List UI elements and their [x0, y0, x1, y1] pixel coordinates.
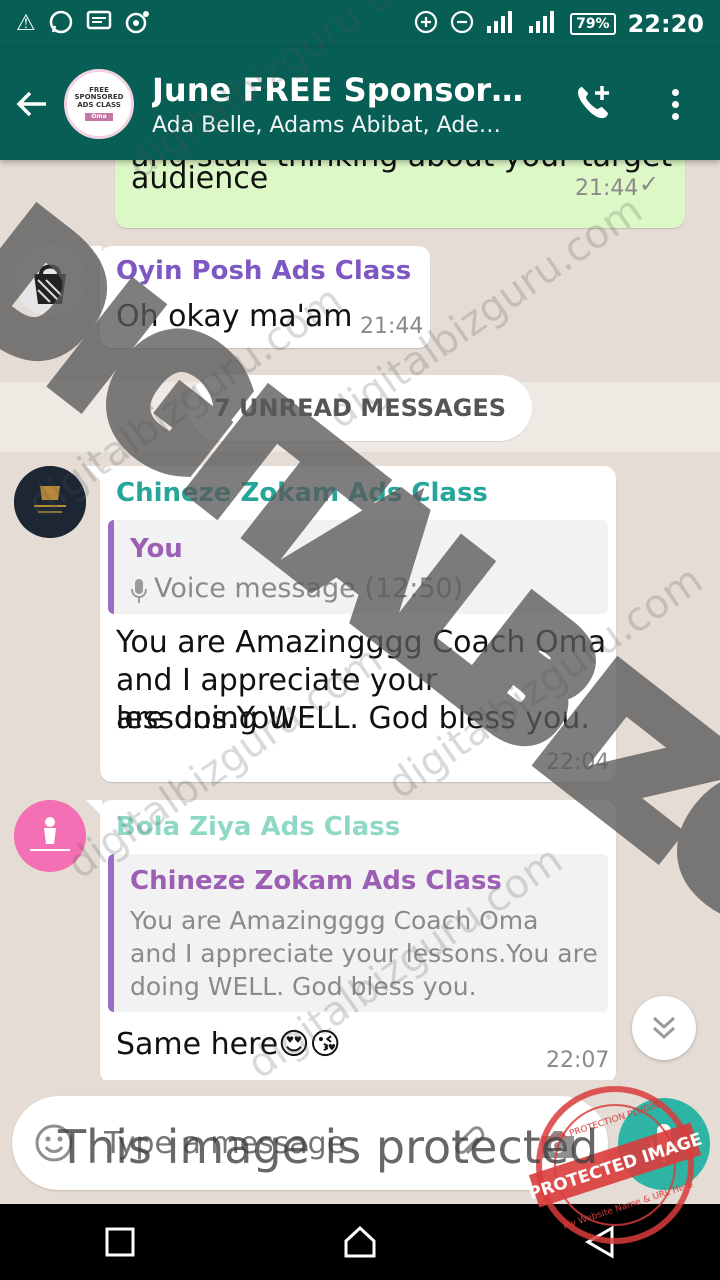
- whatsapp-notification-icon: [48, 9, 74, 39]
- message-text-line: audience: [131, 161, 269, 196]
- group-title: June FREE Sponsore…: [152, 70, 532, 109]
- message-time: 22:04: [546, 750, 610, 775]
- group-members: Ada Belle, Adams Abibat, Ade…: [152, 112, 501, 138]
- avatar-text-line: Oma: [85, 112, 113, 122]
- home-icon: [344, 1225, 376, 1258]
- quoted-text-line: and I appreciate your lessons.You are: [130, 939, 598, 968]
- message-time: 21:44: [360, 314, 424, 339]
- crest-logo-icon: [14, 466, 86, 538]
- media-notification-icon: [124, 9, 150, 39]
- back-button[interactable]: [0, 48, 64, 160]
- protected-overlay-text: This image is protected: [58, 1120, 599, 1174]
- more-options-button[interactable]: [650, 76, 700, 132]
- zoom-out-icon: [450, 10, 474, 38]
- menu-dot-icon: [671, 112, 679, 120]
- avatar-oyin-posh[interactable]: [14, 244, 86, 316]
- heart-eyes-emoji-icon: 😍: [278, 1027, 310, 1062]
- zoom-in-icon: [414, 10, 438, 38]
- back-nav-button[interactable]: [560, 1204, 640, 1280]
- quoted-author: You: [130, 534, 183, 564]
- message-text-content: Same here: [116, 1027, 279, 1062]
- back-arrow-icon: [16, 91, 46, 117]
- battery-indicator: 79%: [570, 13, 616, 35]
- warning-icon: ⚠: [16, 11, 36, 36]
- add-call-button[interactable]: [566, 76, 622, 132]
- sender-name: Oyin Posh Ads Class: [116, 256, 412, 286]
- sender-name: Bola Ziya Ads Class: [116, 812, 401, 842]
- unread-messages-label: 7 UNREAD MESSAGES: [188, 375, 532, 441]
- brand-logo-icon: [14, 800, 86, 872]
- message-text-line: You are Amazingggg Coach Oma: [116, 625, 607, 660]
- sent-check-icon: ✓: [639, 170, 660, 198]
- microphone-icon: [649, 1124, 679, 1163]
- chat-area[interactable]: and start thinking about your target aud…: [0, 160, 720, 1100]
- navigation-bar: [0, 1204, 720, 1280]
- status-icons-left: ⚠: [16, 9, 150, 39]
- quoted-text-line: doing WELL. God bless you.: [130, 972, 477, 1001]
- square-icon: [105, 1227, 135, 1257]
- signal-icon: [486, 10, 516, 38]
- triangle-back-icon: [585, 1225, 614, 1259]
- menu-dot-icon: [671, 88, 679, 96]
- signal-icon-2: [528, 10, 558, 38]
- message-bubble-oyin-posh[interactable]: Oyin Posh Ads Class Oh okay ma'am 21:44: [86, 246, 430, 348]
- compose-bar: This image is protected: [0, 1080, 720, 1204]
- scroll-to-bottom-button[interactable]: [632, 996, 696, 1060]
- avatar-bola-ziya[interactable]: [14, 800, 86, 872]
- message-text: Oh okay ma'am: [116, 299, 353, 334]
- voice-record-button[interactable]: [618, 1098, 710, 1190]
- quoted-text: Voice message (12:50): [154, 573, 464, 604]
- double-chevron-down-icon: [652, 1016, 676, 1040]
- message-time: 21:44: [575, 176, 639, 201]
- message-notification-icon: [86, 10, 112, 38]
- avatar-chineze-zokam[interactable]: [14, 466, 86, 538]
- menu-dot-icon: [671, 100, 679, 108]
- kiss-emoji-icon: 😘: [309, 1027, 341, 1062]
- quoted-author: Chineze Zokam Ads Class: [130, 866, 502, 896]
- chat-header: FREE SPONSORED ADS CLASS Oma June FREE S…: [0, 48, 720, 160]
- group-avatar[interactable]: FREE SPONSORED ADS CLASS Oma: [64, 69, 134, 139]
- phone-plus-icon: [578, 86, 609, 119]
- group-info[interactable]: June FREE Sponsore… Ada Belle, Adams Abi…: [152, 71, 532, 138]
- status-icons-right: 79% 22:20: [414, 10, 704, 38]
- message-bubble-bola-ziya[interactable]: Bola Ziya Ads Class Chineze Zokam Ads Cl…: [86, 800, 616, 1084]
- recent-apps-button[interactable]: [80, 1204, 160, 1280]
- avatar-text-line: ADS CLASS: [77, 101, 121, 110]
- quoted-message[interactable]: Chineze Zokam Ads Class You are Amazingg…: [108, 854, 608, 1012]
- quoted-text-line: You are Amazingggg Coach Oma: [130, 906, 539, 935]
- clock: 22:20: [627, 10, 704, 38]
- message-bubble-chineze-zokam[interactable]: Chineze Zokam Ads Class You Voice messag…: [86, 466, 616, 782]
- message-text-line: are doing WELL. God bless you.: [116, 701, 590, 736]
- message-bubble-outgoing[interactable]: and start thinking about your target aud…: [115, 160, 685, 228]
- message-text: Same here😍😘: [116, 1026, 341, 1064]
- status-bar: ⚠ 79% 22:20: [0, 0, 720, 48]
- quoted-message[interactable]: You Voice message (12:50): [108, 520, 608, 614]
- microphone-icon: [131, 579, 147, 603]
- home-button[interactable]: [320, 1204, 400, 1280]
- sender-name: Chineze Zokam Ads Class: [116, 478, 488, 508]
- message-time: 22:07: [546, 1048, 610, 1073]
- handbag-photo-icon: [14, 244, 86, 316]
